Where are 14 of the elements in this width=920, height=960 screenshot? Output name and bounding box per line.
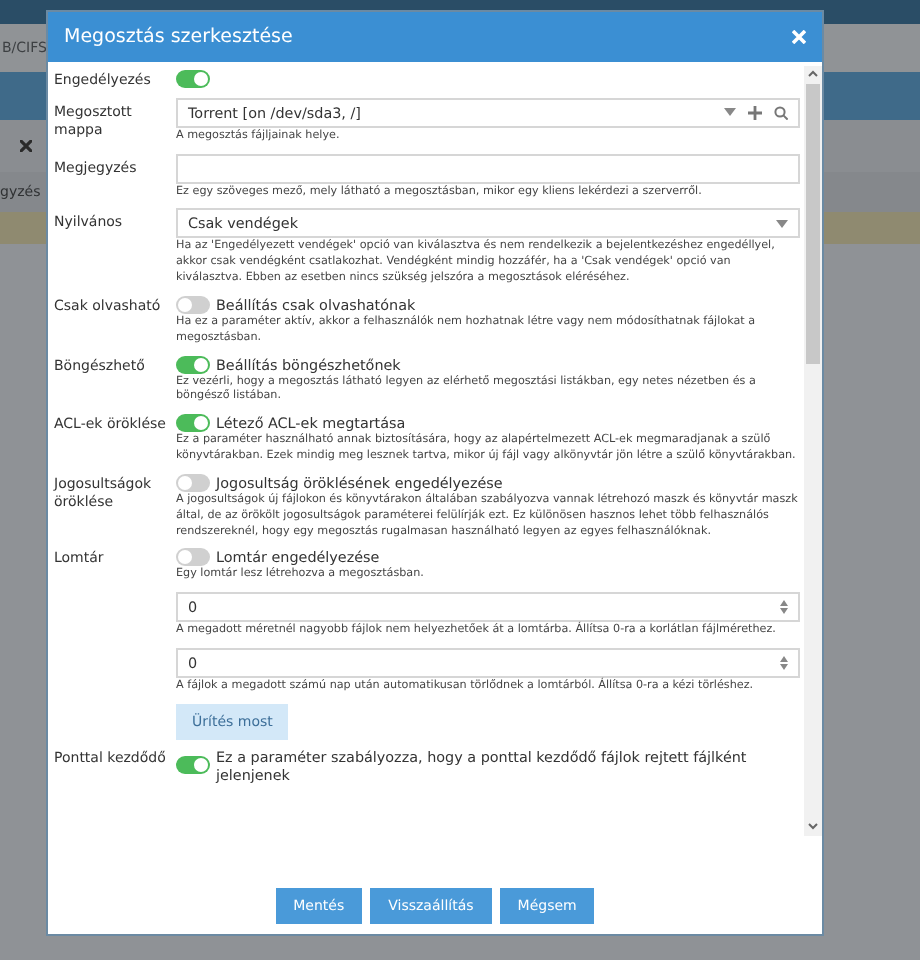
toggle-switch[interactable] (176, 473, 210, 492)
toggle-switch[interactable] (176, 355, 210, 374)
close-icon[interactable] (20, 140, 32, 152)
plus-icon[interactable] (748, 105, 762, 120)
toggle-switch[interactable] (176, 414, 210, 433)
dropdown-caret-icon (776, 219, 788, 228)
toggle-switch[interactable] (176, 295, 210, 314)
spinner-icon[interactable] (780, 600, 788, 615)
toggle-switch[interactable] (176, 548, 210, 567)
spinner-icon[interactable] (780, 656, 788, 670)
toggle-switch[interactable] (176, 756, 210, 775)
toggle-switch[interactable] (176, 70, 210, 88)
search-icon[interactable] (774, 105, 788, 120)
dialog-title: Megosztás szerkesztése (64, 26, 293, 48)
